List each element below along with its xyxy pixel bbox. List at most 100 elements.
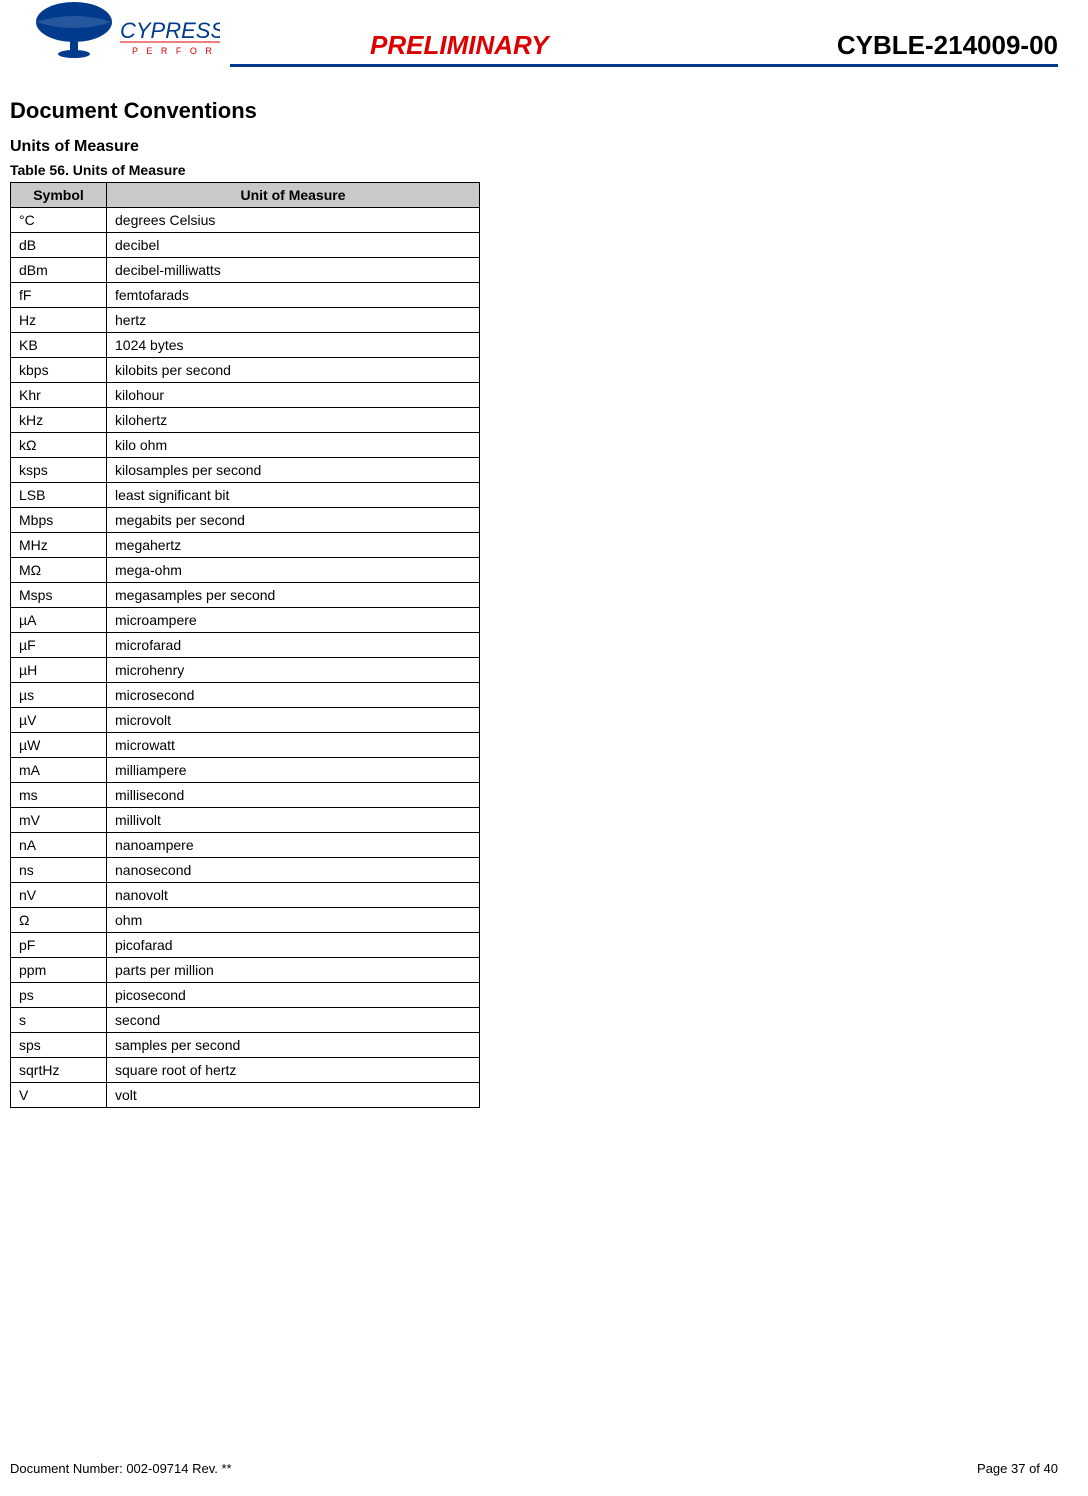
table-row: kbpskilobits per second <box>11 358 480 383</box>
symbol-cell: Msps <box>11 583 107 608</box>
unit-cell: kilosamples per second <box>107 458 480 483</box>
unit-cell: mega-ohm <box>107 558 480 583</box>
logo-area: CYPRESS P E R F O R M <box>30 0 230 75</box>
symbol-cell: µs <box>11 683 107 708</box>
unit-cell: 1024 bytes <box>107 333 480 358</box>
table-row: Mbpsmegabits per second <box>11 508 480 533</box>
unit-cell: second <box>107 1008 480 1033</box>
table-row: ssecond <box>11 1008 480 1033</box>
symbol-cell: kΩ <box>11 433 107 458</box>
table-row: mVmillivolt <box>11 808 480 833</box>
unit-cell: square root of hertz <box>107 1058 480 1083</box>
symbol-cell: µW <box>11 733 107 758</box>
unit-cell: kilohertz <box>107 408 480 433</box>
unit-cell: hertz <box>107 308 480 333</box>
unit-cell: picosecond <box>107 983 480 1008</box>
page-content: Document Conventions Units of Measure Ta… <box>0 80 1088 1108</box>
table-row: Mspsmegasamples per second <box>11 583 480 608</box>
section-heading: Document Conventions <box>10 98 1058 124</box>
symbol-cell: °C <box>11 208 107 233</box>
symbol-cell: mV <box>11 808 107 833</box>
symbol-cell: MHz <box>11 533 107 558</box>
table-row: pspicosecond <box>11 983 480 1008</box>
unit-cell: kilo ohm <box>107 433 480 458</box>
symbol-cell: µH <box>11 658 107 683</box>
symbol-cell: Khr <box>11 383 107 408</box>
document-number: Document Number: 002-09714 Rev. ** <box>10 1461 232 1476</box>
unit-cell: kilobits per second <box>107 358 480 383</box>
symbol-cell: ns <box>11 858 107 883</box>
symbol-cell: sps <box>11 1033 107 1058</box>
unit-cell: least significant bit <box>107 483 480 508</box>
table-row: kHzkilohertz <box>11 408 480 433</box>
table-row: nsnanosecond <box>11 858 480 883</box>
symbol-cell: kbps <box>11 358 107 383</box>
table-caption: Table 56. Units of Measure <box>10 162 1058 178</box>
table-row: LSBleast significant bit <box>11 483 480 508</box>
symbol-cell: µF <box>11 633 107 658</box>
table-row: dBmdecibel-milliwatts <box>11 258 480 283</box>
table-row: spssamples per second <box>11 1033 480 1058</box>
symbol-cell: ps <box>11 983 107 1008</box>
table-row: kΩkilo ohm <box>11 433 480 458</box>
symbol-cell: dB <box>11 233 107 258</box>
page-header: CYPRESS P E R F O R M PRELIMINARY CYBLE-… <box>0 0 1088 80</box>
unit-cell: millivolt <box>107 808 480 833</box>
table-header-row: Symbol Unit of Measure <box>11 183 480 208</box>
unit-cell: ohm <box>107 908 480 933</box>
table-row: µFmicrofarad <box>11 633 480 658</box>
symbol-cell: kHz <box>11 408 107 433</box>
table-row: µsmicrosecond <box>11 683 480 708</box>
table-row: Hzhertz <box>11 308 480 333</box>
symbol-cell: V <box>11 1083 107 1108</box>
table-row: Ωohm <box>11 908 480 933</box>
unit-cell: nanosecond <box>107 858 480 883</box>
symbol-cell: dBm <box>11 258 107 283</box>
table-row: dBdecibel <box>11 233 480 258</box>
table-row: MΩmega-ohm <box>11 558 480 583</box>
table-row: Vvolt <box>11 1083 480 1108</box>
unit-cell: microampere <box>107 608 480 633</box>
subsection-heading: Units of Measure <box>10 138 1058 156</box>
symbol-cell: µV <box>11 708 107 733</box>
logo-tagline-text: P E R F O R M <box>132 46 220 56</box>
table-row: µVmicrovolt <box>11 708 480 733</box>
table-row: mAmilliampere <box>11 758 480 783</box>
table-row: µAmicroampere <box>11 608 480 633</box>
unit-cell: nanoampere <box>107 833 480 858</box>
unit-cell: microsecond <box>107 683 480 708</box>
table-row: kspskilosamples per second <box>11 458 480 483</box>
symbol-cell: ppm <box>11 958 107 983</box>
unit-cell: megahertz <box>107 533 480 558</box>
logo-brand-text: CYPRESS <box>120 18 220 43</box>
symbol-cell: mA <box>11 758 107 783</box>
col-header-unit: Unit of Measure <box>107 183 480 208</box>
table-row: pFpicofarad <box>11 933 480 958</box>
symbol-cell: Mbps <box>11 508 107 533</box>
symbol-cell: ms <box>11 783 107 808</box>
unit-cell: femtofarads <box>107 283 480 308</box>
unit-cell: nanovolt <box>107 883 480 908</box>
table-row: µWmicrowatt <box>11 733 480 758</box>
table-row: Khrkilohour <box>11 383 480 408</box>
cypress-logo-icon: CYPRESS P E R F O R M <box>30 0 220 70</box>
col-header-symbol: Symbol <box>11 183 107 208</box>
symbol-cell: sqrtHz <box>11 1058 107 1083</box>
unit-cell: megabits per second <box>107 508 480 533</box>
unit-cell: samples per second <box>107 1033 480 1058</box>
unit-cell: microhenry <box>107 658 480 683</box>
unit-cell: millisecond <box>107 783 480 808</box>
symbol-cell: s <box>11 1008 107 1033</box>
symbol-cell: fF <box>11 283 107 308</box>
unit-cell: parts per million <box>107 958 480 983</box>
table-row: ppmparts per million <box>11 958 480 983</box>
unit-cell: volt <box>107 1083 480 1108</box>
table-row: nAnanoampere <box>11 833 480 858</box>
table-row: sqrtHzsquare root of hertz <box>11 1058 480 1083</box>
unit-cell: picofarad <box>107 933 480 958</box>
table-row: µHmicrohenry <box>11 658 480 683</box>
table-row: °Cdegrees Celsius <box>11 208 480 233</box>
header-rule <box>230 64 1058 67</box>
symbol-cell: nA <box>11 833 107 858</box>
unit-cell: kilohour <box>107 383 480 408</box>
